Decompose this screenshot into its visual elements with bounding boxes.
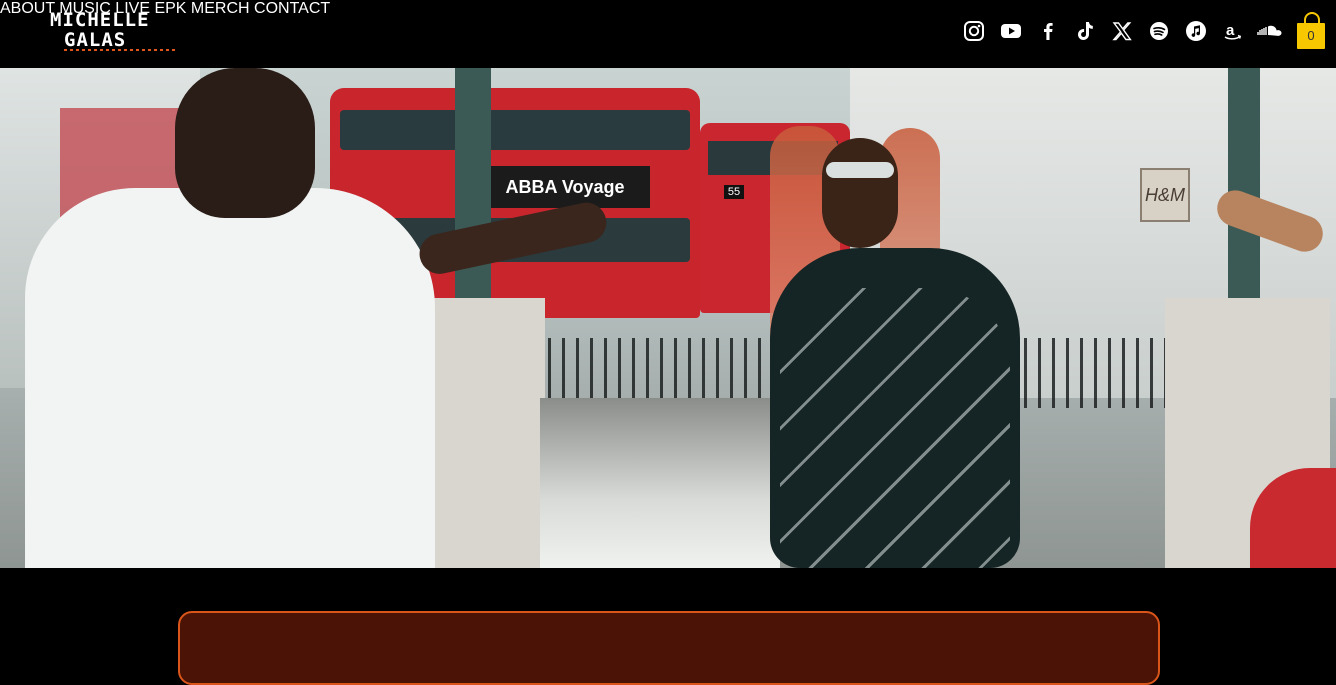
singer-head — [822, 138, 898, 248]
nav-contact[interactable]: CONTACT — [254, 0, 330, 17]
content-panel — [178, 611, 1160, 685]
bus-advert: ABBA Voyage — [480, 166, 650, 208]
logo-underline-dots — [64, 49, 176, 51]
cart-button[interactable]: 0 — [1296, 12, 1326, 50]
content-section — [0, 568, 1336, 685]
youtube-icon[interactable] — [1000, 20, 1022, 42]
svg-text:a: a — [1226, 22, 1235, 39]
cart-count: 0 — [1307, 28, 1315, 43]
logo-line1: MICHELLE — [50, 9, 150, 31]
person-white-shirt — [25, 188, 435, 568]
nav-about[interactable]: ABOUT — [0, 0, 55, 17]
singer-sunglasses — [826, 162, 894, 178]
apple-music-icon[interactable] — [1185, 20, 1207, 42]
site-header: MICHELLE GALAS ABOUT MUSIC LIVE EPK MERC… — [0, 0, 1336, 68]
street-pillar — [455, 68, 491, 318]
person-head — [175, 68, 315, 218]
tiktok-icon[interactable] — [1074, 20, 1096, 42]
logo[interactable]: MICHELLE GALAS — [50, 10, 200, 54]
underground-stairs — [540, 398, 780, 568]
x-icon[interactable] — [1111, 20, 1133, 42]
store-sign: H&M — [1140, 168, 1190, 222]
bodysuit-pattern — [780, 288, 1010, 568]
soundcloud-icon[interactable] — [1257, 20, 1283, 42]
hero-image: ABBA Voyage 55 H&M — [0, 68, 1336, 568]
main-nav: ABOUT MUSIC LIVE EPK MERCH CONTACT — [0, 0, 1336, 18]
amazon-icon[interactable]: a — [1222, 20, 1244, 42]
street-pillar — [1228, 68, 1260, 298]
bus-upper-windows — [340, 110, 690, 150]
bus-number: 55 — [724, 185, 744, 199]
spotify-icon[interactable] — [1148, 20, 1170, 42]
instagram-icon[interactable] — [963, 20, 985, 42]
logo-line2: GALAS — [64, 29, 127, 51]
facebook-icon[interactable] — [1037, 20, 1059, 42]
